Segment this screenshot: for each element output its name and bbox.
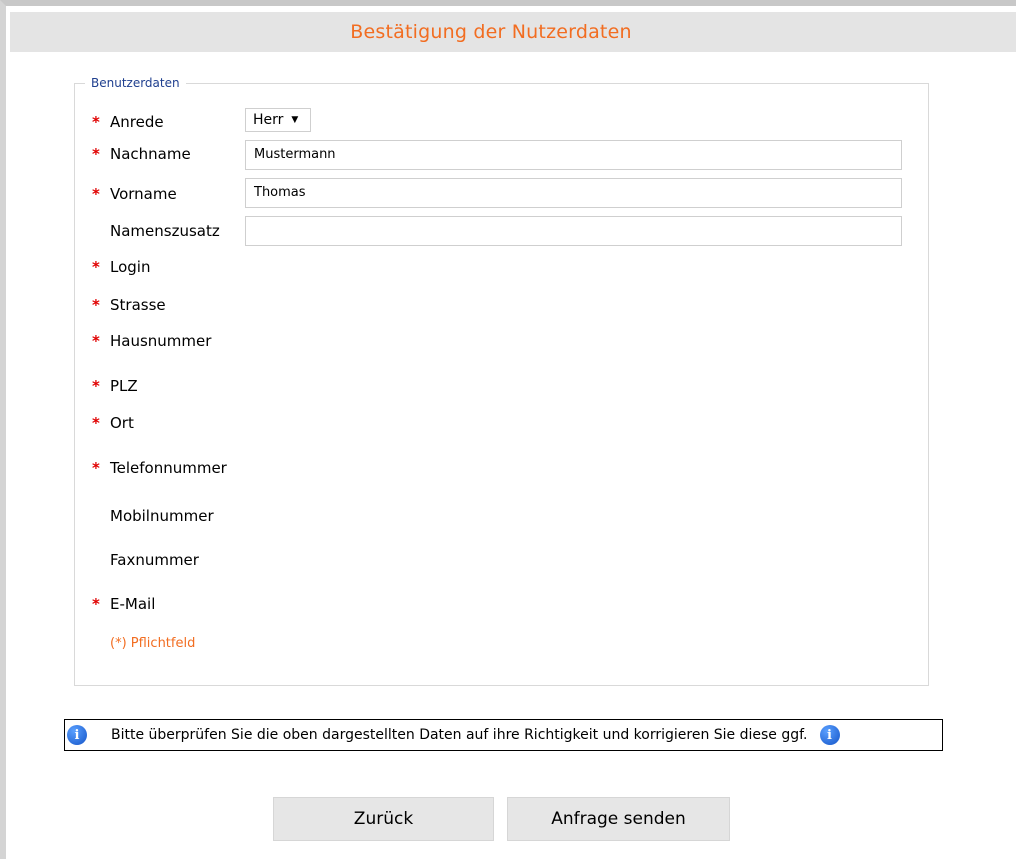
required-marker: * <box>92 331 100 350</box>
field-row-telefonnummer: * Telefonnummer <box>92 456 227 480</box>
field-row-vorname: * Vorname <box>92 182 177 206</box>
login-label: Login <box>110 258 151 276</box>
required-marker: * <box>92 458 100 477</box>
strasse-label: Strasse <box>110 296 166 314</box>
field-row-email: * E-Mail <box>92 592 155 616</box>
field-row-plz: * PLZ <box>92 374 138 398</box>
send-request-button[interactable]: Anfrage senden <box>507 797 730 841</box>
chevron-down-icon: ▼ <box>291 115 299 125</box>
vorname-input[interactable]: Thomas <box>245 178 902 208</box>
info-message-bar: i Bitte überprüfen Sie die oben dargeste… <box>64 719 943 751</box>
anrede-select[interactable]: Herr ▼ <box>245 108 311 132</box>
field-row-login: * Login <box>92 255 150 279</box>
required-marker: * <box>92 184 100 203</box>
nachname-label: Nachname <box>110 145 191 163</box>
email-label: E-Mail <box>110 595 156 613</box>
back-button[interactable]: Zurück <box>273 797 494 841</box>
field-row-nachname: * Nachname <box>92 142 191 166</box>
field-row-hausnummer: * Hausnummer <box>92 329 211 353</box>
page-title: Bestätigung der Nutzerdaten <box>350 21 632 43</box>
faxnummer-label: Faxnummer <box>110 551 199 569</box>
field-row-namenszusatz: Namenszusatz <box>92 219 220 243</box>
required-marker: * <box>92 376 100 395</box>
required-marker: * <box>92 295 100 314</box>
field-row-strasse: * Strasse <box>92 293 166 317</box>
vorname-label: Vorname <box>110 185 177 203</box>
anrede-selected-value: Herr <box>253 112 284 128</box>
telefonnummer-label: Telefonnummer <box>110 459 227 477</box>
field-row-anrede: * Anrede <box>92 110 164 134</box>
ort-label: Ort <box>110 414 134 432</box>
anrede-label: Anrede <box>110 113 164 131</box>
namenszusatz-input[interactable] <box>245 216 902 246</box>
nachname-input[interactable]: Mustermann <box>245 140 902 170</box>
plz-label: PLZ <box>110 377 138 395</box>
info-icon: i <box>819 725 840 745</box>
required-marker: * <box>92 112 100 131</box>
mobilnummer-label: Mobilnummer <box>110 507 214 525</box>
field-row-ort: * Ort <box>92 411 134 435</box>
hausnummer-label: Hausnummer <box>110 332 212 350</box>
field-row-faxnummer: Faxnummer <box>92 548 199 572</box>
header-bar: Bestätigung der Nutzerdaten <box>10 12 1016 52</box>
field-row-mobilnummer: Mobilnummer <box>92 504 214 528</box>
required-marker: * <box>92 257 100 276</box>
fieldset-legend: Benutzerdaten <box>91 76 180 90</box>
required-field-note: (*) Pflichtfeld <box>110 636 196 651</box>
required-marker: * <box>92 144 100 163</box>
info-message-text: Bitte überprüfen Sie die oben dargestell… <box>111 727 808 743</box>
info-icon: i <box>67 725 87 745</box>
required-marker: * <box>92 594 100 613</box>
required-marker: * <box>92 413 100 432</box>
namenszusatz-label: Namenszusatz <box>110 222 220 240</box>
